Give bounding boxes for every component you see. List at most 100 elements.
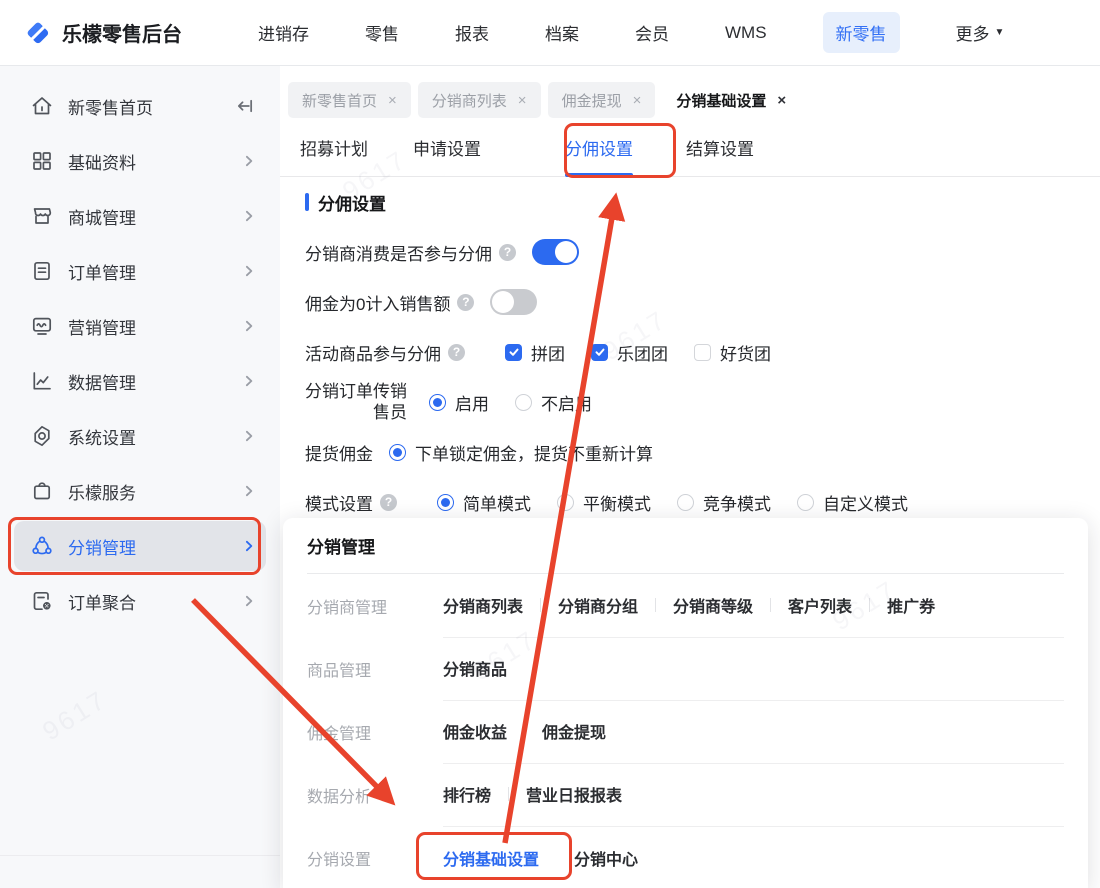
sidebar-item-order-aggregation[interactable]: 订单聚合 xyxy=(14,576,266,626)
subtab-recruitment-plan[interactable]: 招募计划 xyxy=(300,118,368,176)
help-icon[interactable]: ? xyxy=(457,293,475,311)
close-icon[interactable]: × xyxy=(777,92,786,109)
radio-enable[interactable]: 启用 xyxy=(429,390,489,415)
checkbox-checked[interactable] xyxy=(505,343,522,361)
checkbox-haohuotuan[interactable]: 好货团 xyxy=(694,340,771,365)
panel-item-distributor-groups[interactable]: 分销商分组 xyxy=(558,593,638,617)
panel-item-distributor-list[interactable]: 分销商列表 xyxy=(443,593,523,617)
tab-distribution-basic-settings[interactable]: 分销基础设置 × xyxy=(662,82,801,118)
store-icon xyxy=(30,204,54,228)
subtab-settlement-settings[interactable]: 结算设置 xyxy=(686,118,754,176)
radio-custom-mode[interactable]: 自定义模式 xyxy=(797,490,908,515)
radio-label: 不启用 xyxy=(541,394,592,414)
sidebar-item-mall-management[interactable]: 商城管理 xyxy=(14,191,266,241)
chevron-right-icon xyxy=(242,154,256,168)
checkbox-checked[interactable] xyxy=(591,343,608,361)
panel-item-distribution-center[interactable]: 分销中心 xyxy=(574,846,638,870)
logo-icon xyxy=(24,19,52,47)
chevron-right-icon xyxy=(242,484,256,498)
radio-label: 下单锁定佣金，提货不重新计算 xyxy=(415,444,653,464)
sidebar-item-system-settings[interactable]: 系统设置 xyxy=(14,411,266,461)
chevron-right-icon xyxy=(242,429,256,443)
panel-row-data-analysis: 数据分析 排行榜 营业日报报表 xyxy=(307,763,1064,827)
sidebar-item-order-management[interactable]: 订单管理 xyxy=(14,246,266,296)
checkbox-letuantuan[interactable]: 乐团团 xyxy=(591,340,668,365)
panel-item-distributor-levels[interactable]: 分销商等级 xyxy=(673,593,753,617)
chevron-right-icon xyxy=(242,539,256,553)
checkbox-group-buy[interactable]: 拼团 xyxy=(505,340,565,365)
radio-group: 下单锁定佣金，提货不重新计算 xyxy=(389,440,653,465)
item-separator xyxy=(869,598,871,612)
nav-item-wms[interactable]: WMS xyxy=(725,23,767,43)
tab-distributor-list[interactable]: 分销商列表 × xyxy=(417,82,541,118)
sidebar-item-app-market[interactable]: 应用市场 xyxy=(0,863,280,888)
panel-items: 分销基础设置 分销中心 xyxy=(443,826,1064,888)
tab-new-retail-home[interactable]: 新零售首页 × xyxy=(288,82,411,118)
radio-balanced-mode[interactable]: 平衡模式 xyxy=(557,490,651,515)
nav-item-retail[interactable]: 零售 xyxy=(365,20,399,45)
section-title: 分佣设置 xyxy=(318,194,386,214)
sidebar-item-lemon-services[interactable]: 乐檬服务 xyxy=(14,466,266,516)
sidebar-item-label: 乐檬服务 xyxy=(68,483,136,503)
radio-competition-mode[interactable]: 竞争模式 xyxy=(677,490,771,515)
close-icon[interactable]: × xyxy=(518,92,527,109)
nav-item-reports[interactable]: 报表 xyxy=(455,20,489,45)
app-window: 9617 9617 9617 9617 9617 乐檬零售后台 进销存 零售 报… xyxy=(0,0,1100,888)
panel-items: 分销商列表 分销商分组 分销商等级 客户列表 推广券 xyxy=(443,574,1064,638)
radio-selected[interactable] xyxy=(389,443,406,461)
radio-selected[interactable] xyxy=(437,493,454,511)
radio-group: 简单模式 平衡模式 竞争模式 自定义模式 xyxy=(437,490,908,515)
panel-item-distribution-goods[interactable]: 分销商品 xyxy=(443,656,507,680)
help-icon[interactable]: ? xyxy=(380,493,397,511)
close-icon[interactable]: × xyxy=(633,92,642,109)
subtab-application-settings[interactable]: 申请设置 xyxy=(413,118,481,176)
sidebar-item-home[interactable]: 新零售首页 xyxy=(14,81,266,131)
radio-unselected[interactable] xyxy=(677,493,694,511)
panel-item-promotion-coupon[interactable]: 推广券 xyxy=(887,593,935,617)
nav-item-archives[interactable]: 档案 xyxy=(545,20,579,45)
panel-item-customer-list[interactable]: 客户列表 xyxy=(788,593,852,617)
toggle-distributor-consumption[interactable] xyxy=(532,239,579,265)
radio-simple-mode[interactable]: 简单模式 xyxy=(437,490,531,515)
app-title: 乐檬零售后台 xyxy=(62,24,182,46)
collapse-sidebar-icon[interactable] xyxy=(234,95,256,117)
panel-row-goods-management: 商品管理 分销商品 xyxy=(307,637,1064,701)
panel-items: 分销商品 xyxy=(443,637,1064,701)
item-separator xyxy=(540,598,542,612)
radio-unselected[interactable] xyxy=(797,493,814,511)
checkbox-unchecked[interactable] xyxy=(694,343,711,361)
sidebar: 新零售首页 基础资料 商城管理 订单管理 营销管理 数据管理 系统设置 乐檬服务… xyxy=(0,66,280,888)
panel-item-daily-business-report[interactable]: 营业日报报表 xyxy=(526,782,622,806)
panel-item-ranking[interactable]: 排行榜 xyxy=(443,782,491,806)
radio-selected[interactable] xyxy=(429,393,446,411)
checkbox-label: 拼团 xyxy=(531,344,565,364)
field-label-line2: 售员 xyxy=(373,403,407,422)
panel-item-distribution-basic-settings[interactable]: 分销基础设置 xyxy=(443,846,539,870)
nav-item-members[interactable]: 会员 xyxy=(635,20,669,45)
document-gear-icon xyxy=(30,589,54,613)
radio-disable[interactable]: 不启用 xyxy=(515,390,592,415)
item-separator xyxy=(556,851,557,865)
sidebar-item-distribution-management[interactable]: 分销管理 xyxy=(14,521,266,571)
distribution-management-menu-panel: 分销管理 分销商管理 分销商列表 分销商分组 分销商等级 客户列表 推广券 商品… xyxy=(283,518,1088,888)
panel-item-commission-income[interactable]: 佣金收益 xyxy=(443,719,507,743)
radio-lock-commission[interactable]: 下单锁定佣金，提货不重新计算 xyxy=(389,440,653,465)
nav-item-purchase-sale-stock[interactable]: 进销存 xyxy=(258,20,309,45)
help-icon[interactable]: ? xyxy=(448,343,465,361)
sidebar-item-marketing-management[interactable]: 营销管理 xyxy=(14,301,266,351)
panel-category-label: 数据分析 xyxy=(307,788,372,806)
help-icon[interactable]: ? xyxy=(499,243,516,261)
tab-commission-withdrawal[interactable]: 佣金提现 × xyxy=(547,82,656,118)
sidebar-item-basic-data[interactable]: 基础资料 xyxy=(14,136,266,186)
toggle-zero-commission[interactable] xyxy=(490,289,538,315)
bag-icon xyxy=(30,479,54,503)
sidebar-item-data-management[interactable]: 数据管理 xyxy=(14,356,266,406)
radio-unselected[interactable] xyxy=(515,393,532,411)
subtab-commission-settings[interactable]: 分佣设置 xyxy=(565,118,633,177)
nav-item-more[interactable]: 更多 ▼ xyxy=(956,20,1005,45)
radio-unselected[interactable] xyxy=(557,493,574,511)
nav-item-new-retail[interactable]: 新零售 xyxy=(822,12,900,53)
panel-item-commission-withdrawal[interactable]: 佣金提现 xyxy=(542,719,606,743)
panel-row-distribution-settings: 分销设置 分销基础设置 分销中心 xyxy=(307,826,1064,888)
close-icon[interactable]: × xyxy=(388,92,397,109)
